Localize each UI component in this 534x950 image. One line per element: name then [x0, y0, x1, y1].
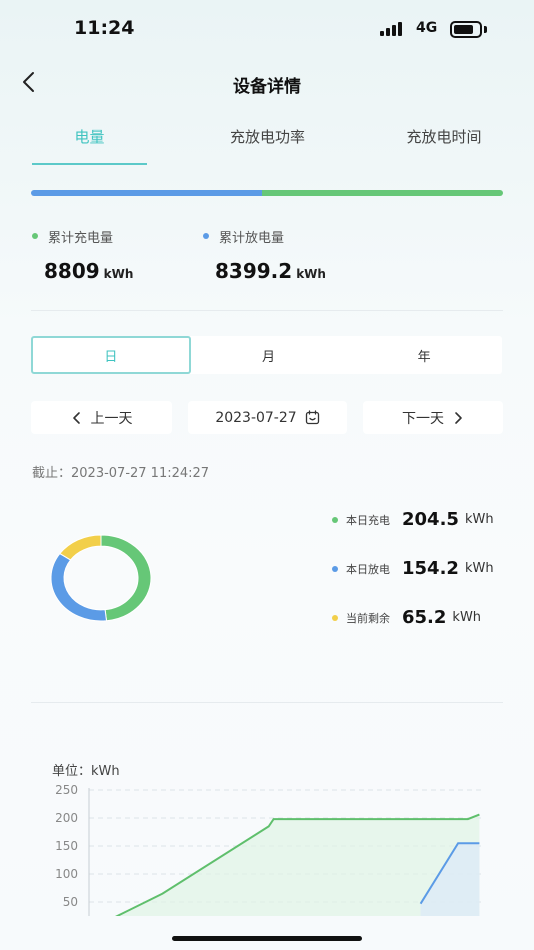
discharge-legend-dot [203, 233, 209, 239]
donut-slice-charge [100, 534, 152, 622]
tab-energy[interactable]: 电量 [32, 126, 147, 147]
date-picker-button[interactable]: 2023-07-27 [188, 401, 347, 434]
remaining-label: 当前剩余 [346, 611, 390, 625]
daily-discharge-unit: kWh [464, 561, 494, 576]
energy-line-chart: 250 200 150 100 50 [55, 783, 481, 916]
network-type: 4G [416, 20, 438, 36]
donut-slice-remaining [59, 534, 102, 561]
tab-time[interactable]: 充放电时间 [385, 126, 503, 147]
calendar-icon [305, 410, 319, 425]
remaining-value: 65.2 [402, 607, 447, 628]
legend-dot-discharge [332, 565, 338, 572]
period-month[interactable]: 月 [191, 336, 347, 374]
donut-slice-discharge [50, 552, 108, 622]
daily-charge-unit: kWh [464, 512, 494, 527]
divider [31, 702, 503, 703]
next-day-label: 下一天 [402, 410, 444, 427]
y-tick-label: 200 [55, 811, 78, 825]
period-selector: 日 月 年 [31, 336, 502, 374]
y-tick-label: 150 [55, 839, 78, 853]
discharge-ratio-segment [31, 190, 263, 196]
total-charge-label: 累计充电量 [48, 231, 114, 246]
charge-discharge-ratio-bar [31, 190, 503, 196]
remaining-row: 当前剩余 65.2 kWh [332, 607, 481, 628]
battery-tip [484, 26, 487, 33]
legend-dot-charge [332, 516, 338, 523]
daily-discharge-value: 154.2 [402, 558, 459, 579]
legend-dot-remaining [332, 614, 338, 621]
home-indicator [172, 936, 362, 941]
y-tick-label: 100 [55, 867, 78, 881]
tab-active-underline [32, 163, 147, 165]
daily-discharge-label: 本日放电 [346, 562, 390, 576]
status-time: 11:24 [74, 17, 135, 39]
period-year[interactable]: 年 [346, 336, 502, 374]
daily-energy-donut-chart [50, 534, 152, 622]
total-discharge-value: 8399.2 [215, 259, 293, 283]
prev-day-button[interactable]: 上一天 [31, 401, 172, 434]
battery-icon [450, 21, 482, 38]
y-tick-label: 250 [55, 783, 78, 797]
next-day-button[interactable]: 下一天 [363, 401, 503, 434]
y-tick-label: 50 [63, 895, 78, 909]
total-charge-value: 8809 [44, 259, 100, 283]
daily-charge-row: 本日充电 204.5 kWh [332, 509, 494, 530]
daily-discharge-row: 本日放电 154.2 kWh [332, 558, 494, 579]
daily-charge-value: 204.5 [402, 509, 459, 530]
charge-legend-dot [32, 233, 38, 239]
signal-icon [380, 22, 402, 36]
chevron-left-icon [72, 411, 80, 424]
page-title: 设备详情 [233, 77, 301, 97]
selected-date: 2023-07-27 [215, 409, 297, 426]
chevron-right-icon [455, 411, 462, 424]
divider [31, 310, 503, 311]
charge-ratio-segment [262, 190, 503, 196]
total-charge-unit: kWh [103, 267, 134, 281]
remaining-unit: kWh [452, 610, 482, 625]
total-charge: 8809 kWh [44, 259, 133, 283]
total-discharge-unit: kWh [296, 267, 326, 281]
as-of-timestamp: 截止：2023-07-27 11:24:27 [32, 466, 210, 481]
total-discharge: 8399.2 kWh [215, 259, 326, 283]
daily-charge-label: 本日充电 [346, 513, 390, 527]
tab-power[interactable]: 充放电功率 [205, 126, 330, 147]
period-day[interactable]: 日 [31, 336, 191, 374]
total-discharge-label: 累计放电量 [219, 231, 285, 246]
prev-day-label: 上一天 [90, 410, 133, 427]
